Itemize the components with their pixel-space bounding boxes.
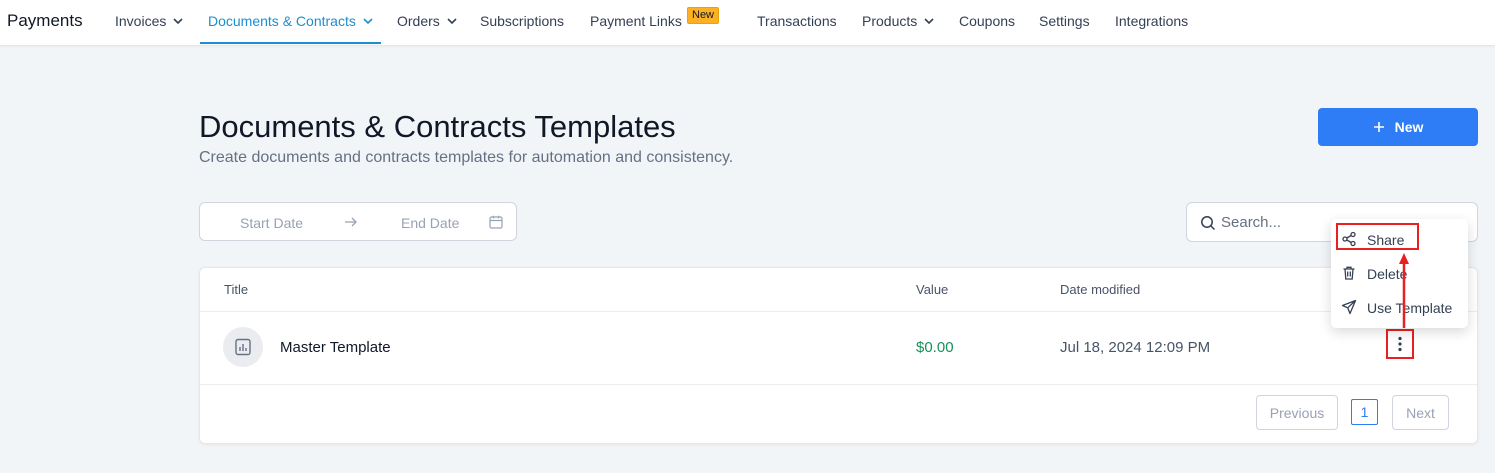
- nav-subscriptions-label: Subscriptions: [480, 13, 565, 29]
- chevron-down-icon: [363, 18, 373, 24]
- table-header: Title Value Date modified: [200, 268, 1477, 312]
- nav-orders-label: Orders: [397, 13, 440, 29]
- menu-item-delete[interactable]: Delete: [1331, 257, 1468, 289]
- column-value: Value: [916, 282, 949, 297]
- nav-invoices-label: Invoices: [115, 13, 167, 29]
- row-value: $0.00: [916, 339, 954, 356]
- search-icon: [1200, 215, 1216, 236]
- page-title: Documents & Contracts Templates: [199, 109, 676, 144]
- new-template-button[interactable]: New: [1318, 108, 1478, 146]
- nav-payment-links[interactable]: Payment Links: [590, 13, 682, 29]
- trash-icon: [1341, 265, 1357, 281]
- column-date-modified: Date modified: [1060, 282, 1141, 297]
- arrow-right-icon: [344, 215, 358, 233]
- current-page-button[interactable]: 1: [1351, 399, 1378, 425]
- page-subtitle: Create documents and contracts templates…: [199, 149, 734, 166]
- more-vertical-icon[interactable]: [1386, 329, 1414, 359]
- menu-item-use-template[interactable]: Use Template: [1331, 291, 1468, 323]
- start-date-field[interactable]: Start Date: [240, 215, 303, 231]
- nav-products[interactable]: Products: [862, 13, 934, 29]
- nav-documents-contracts[interactable]: Documents & Contracts: [208, 13, 373, 29]
- nav-coupons[interactable]: Coupons: [959, 13, 1015, 29]
- nav-invoices[interactable]: Invoices: [115, 13, 183, 29]
- next-page-button[interactable]: Next: [1392, 395, 1449, 430]
- row-actions-menu: Share Delete Use Template: [1331, 219, 1468, 328]
- end-date-field[interactable]: End Date: [401, 215, 459, 231]
- send-icon: [1341, 299, 1357, 315]
- nav-products-label: Products: [862, 13, 918, 29]
- menu-item-delete-label: Delete: [1367, 266, 1408, 282]
- date-range-picker[interactable]: Start Date End Date: [199, 202, 517, 241]
- chevron-down-icon: [924, 18, 934, 24]
- new-badge: New: [687, 7, 720, 24]
- nav-orders[interactable]: Orders: [397, 13, 457, 29]
- nav-documents-contracts-label: Documents & Contracts: [208, 13, 356, 29]
- nav-settings-label: Settings: [1039, 13, 1090, 29]
- row-date-modified: Jul 18, 2024 12:09 PM: [1060, 339, 1211, 356]
- menu-item-share-label: Share: [1367, 232, 1405, 248]
- plus-icon: [1373, 121, 1385, 133]
- nav-payment-links-label: Payment Links: [590, 13, 682, 29]
- chevron-down-icon: [447, 18, 457, 24]
- chevron-down-icon: [173, 18, 183, 24]
- menu-item-use-template-label: Use Template: [1367, 300, 1453, 316]
- nav-coupons-label: Coupons: [959, 13, 1016, 29]
- nav-integrations-label: Integrations: [1115, 13, 1189, 29]
- nav-integrations[interactable]: Integrations: [1115, 13, 1188, 29]
- column-title: Title: [224, 282, 249, 297]
- nav-subscriptions[interactable]: Subscriptions: [480, 13, 564, 29]
- share-icon: [1341, 231, 1357, 247]
- table-row[interactable]: Master Template $0.00 Jul 18, 2024 12:09…: [200, 312, 1477, 385]
- app-name: Payments: [7, 11, 83, 30]
- nav-transactions[interactable]: Transactions: [757, 13, 837, 29]
- active-tab-indicator: [200, 42, 381, 44]
- nav-transactions-label: Transactions: [757, 13, 837, 29]
- templates-table: Title Value Date modified Master Templat…: [199, 267, 1478, 444]
- calendar-icon: [489, 215, 503, 234]
- document-chart-icon: [223, 327, 263, 367]
- previous-page-button[interactable]: Previous: [1256, 395, 1338, 430]
- row-title[interactable]: Master Template: [280, 339, 391, 356]
- new-button-label: New: [1394, 119, 1424, 135]
- nav-settings[interactable]: Settings: [1039, 13, 1090, 29]
- menu-item-share[interactable]: Share: [1331, 223, 1468, 255]
- top-navbar: Payments Invoices Documents & Contracts …: [0, 0, 1495, 46]
